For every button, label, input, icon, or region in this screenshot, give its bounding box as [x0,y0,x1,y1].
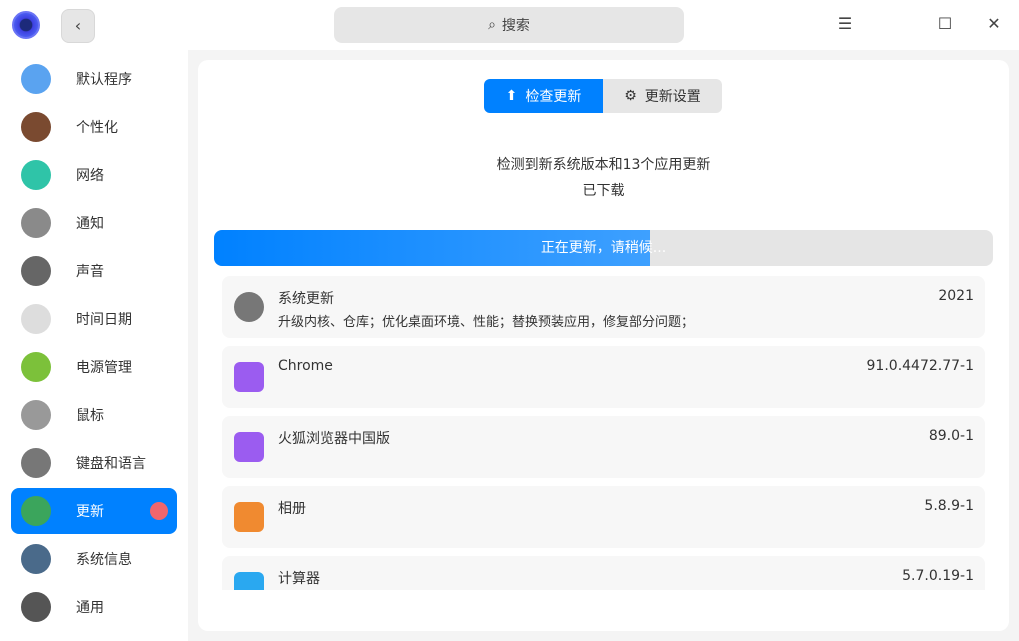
update-name: Chrome [278,358,333,374]
battery-icon [21,352,51,382]
update-version: 5.7.0.19-1 [902,568,974,584]
sidebar-item[interactable]: 时间日期 [11,296,177,342]
gear-icon [234,292,264,322]
package-icon [234,362,264,392]
sidebar-item[interactable]: 网络 [11,152,177,198]
progress-label: 正在更新，请稍候... [540,240,667,256]
update-progress-bar: 正在更新，请稍候... [214,230,993,266]
general-gear-icon [21,592,51,622]
update-list[interactable]: 系统更新升级内核、仓库；优化桌面环境、性能；替换预装应用，修复部分问题； 2021… [222,276,985,590]
tab-check-update[interactable]: ⬆ 检查更新 [484,79,603,113]
package-icon [234,432,264,462]
tab-label: 更新设置 [644,89,701,105]
sidebar-item-label: 个性化 [76,120,118,136]
update-item: 系统更新升级内核、仓库；优化桌面环境、性能；替换预装应用，修复部分问题； 2021 [222,276,985,338]
system-info-icon [21,544,51,574]
clock-icon [21,304,51,334]
tab-update-settings[interactable]: ⚙ 更新设置 [603,79,722,113]
sidebar-item-label: 声音 [76,264,104,280]
update-item: 相册 5.8.9-1 [222,486,985,548]
update-icon [21,496,51,526]
sidebar-item-label: 默认程序 [76,72,132,88]
update-panel: ⬆ 检查更新 ⚙ 更新设置 检测到新系统版本和13个应用更新 已下载 正在更新，请稍… [198,60,1009,631]
calculator-icon [234,572,264,590]
download-status: 已下载 [582,183,625,199]
search-input[interactable]: ⌕ 搜索 [334,7,684,43]
sidebar-item-label: 系统信息 [76,552,132,568]
network-icon [21,160,51,190]
sidebar-item[interactable]: 声音 [11,248,177,294]
status-text: 检测到新系统版本和13个应用更新 [496,157,711,173]
album-icon [234,502,264,532]
sidebar-item[interactable]: 通知 [11,200,177,246]
notification-dot [150,502,168,520]
sidebar-item[interactable]: 个性化 [11,104,177,150]
sidebar: 默认程序个性化网络通知声音时间日期电源管理鼠标键盘和语言更新系统信息通用 [0,50,188,641]
close-button[interactable]: ✕ [982,12,1006,36]
update-name: 计算器 [278,571,320,587]
sidebar-item[interactable]: 更新 [11,488,177,534]
update-name: 系统更新 [278,291,334,307]
sidebar-item[interactable]: 电源管理 [11,344,177,390]
update-version: 5.8.9-1 [924,498,974,514]
update-name: 相册 [278,501,306,517]
sidebar-item-label: 时间日期 [76,312,132,328]
sidebar-item[interactable]: 通用 [11,584,177,630]
notification-bell-icon [21,208,51,238]
tab-label: 检查更新 [525,89,582,105]
app-logo-icon [12,11,40,39]
back-button[interactable]: ‹ [61,9,95,43]
sidebar-item-label: 更新 [76,504,104,520]
default-apps-icon [21,64,51,94]
personalization-icon [21,112,51,142]
mouse-icon [21,400,51,430]
gear-icon: ⚙ [624,88,637,104]
sidebar-item-label: 网络 [76,168,104,184]
maximize-button[interactable]: ☐ [933,12,957,36]
sound-icon [21,256,51,286]
update-name: 火狐浏览器中国版 [278,431,390,447]
sidebar-item[interactable]: 默认程序 [11,56,177,102]
update-version: 2021 [938,288,974,304]
sidebar-item-label: 通用 [76,600,104,616]
update-item: 计算器 5.7.0.19-1 [222,556,985,590]
update-version: 89.0-1 [928,428,974,444]
sidebar-item[interactable]: 鼠标 [11,392,177,438]
update-description: 升级内核、仓库；优化桌面环境、性能；替换预装应用，修复部分问题； [278,315,695,330]
search-icon: ⌕ [488,17,496,33]
menu-button[interactable]: ☰ [833,12,857,36]
sidebar-item-label: 鼠标 [76,408,104,424]
update-version: 91.0.4472.77-1 [866,358,974,374]
sidebar-item-label: 通知 [76,216,104,232]
sidebar-item[interactable]: 系统信息 [11,536,177,582]
sidebar-item-label: 键盘和语言 [76,456,146,472]
arrow-up-circle-icon: ⬆ [505,88,518,104]
sidebar-item-label: 电源管理 [76,360,132,376]
title-bar: ‹ ⌕ 搜索 ☰ ☐ ✕ [0,0,1019,50]
update-item: 火狐浏览器中国版 89.0-1 [222,416,985,478]
sidebar-item[interactable]: 键盘和语言 [11,440,177,486]
search-placeholder: 搜索 [501,18,530,34]
update-item: Chrome 91.0.4472.77-1 [222,346,985,408]
keyboard-icon [21,448,51,478]
